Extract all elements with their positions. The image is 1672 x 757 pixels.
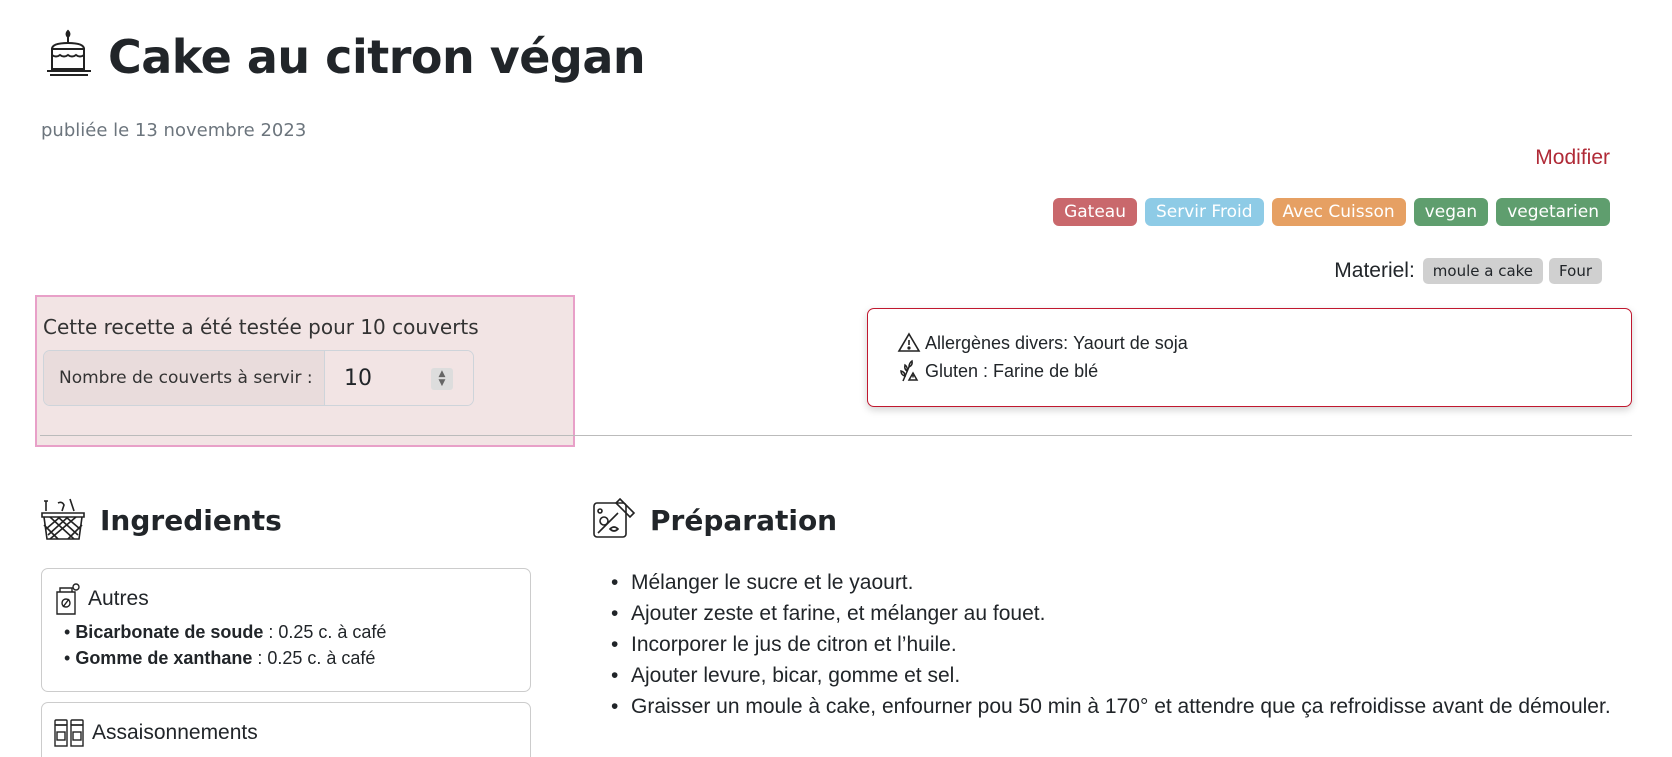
recipe-header: Cake au citron végan xyxy=(44,29,646,84)
ingredient-quantity: : 0.25 c. à café xyxy=(252,648,376,668)
servings-panel: Cette recette a été testée pour 10 couve… xyxy=(35,295,575,447)
servings-input-group: Nombre de couverts à servir : 10 ▲ ▼ xyxy=(43,350,474,406)
ingredient-quantity: : 0.25 c. à café xyxy=(263,622,387,642)
tag-badge[interactable]: Gateau xyxy=(1053,198,1137,226)
list-item: Ajouter zeste et farine, et mélanger au … xyxy=(611,598,1611,629)
page-title: Cake au citron végan xyxy=(108,30,646,84)
servings-number-input[interactable]: 10 ▲ ▼ xyxy=(325,351,473,405)
allergen-value: Farine de blé xyxy=(993,360,1099,381)
preparation-steps: Mélanger le sucre et le yaourt. Ajouter … xyxy=(611,567,1611,722)
preparation-header: Préparation xyxy=(590,497,837,543)
ingredients-heading: Ingredients xyxy=(100,503,282,537)
publication-date: publiée le 13 novembre 2023 xyxy=(41,120,307,141)
number-spinner[interactable]: ▲ ▼ xyxy=(431,368,453,390)
allergen-row: Allergènes divers: Yaourt de soja xyxy=(897,331,1188,355)
list-item: Mélanger le sucre et le yaourt. xyxy=(611,567,1611,598)
cake-icon xyxy=(47,29,91,76)
warning-icon xyxy=(897,332,921,352)
modify-link[interactable]: Modifier xyxy=(1535,146,1610,170)
servings-value: 10 xyxy=(344,365,372,391)
ingredient-group-card: Assaisonnements xyxy=(41,702,531,757)
bag-icon xyxy=(56,583,80,615)
allergen-label: Allergènes divers: xyxy=(925,332,1069,353)
equipment-list: Materiel: moule a cake Four xyxy=(1334,258,1602,284)
ingredient-name: Bicarbonate de soude xyxy=(75,622,264,642)
ingredient-group-name: Assaisonnements xyxy=(92,721,258,744)
tag-badge[interactable]: vegetarien xyxy=(1496,198,1610,226)
equipment-badge: Four xyxy=(1549,258,1602,284)
chevron-down-icon[interactable]: ▼ xyxy=(439,379,446,388)
equipment-label: Materiel: xyxy=(1334,259,1415,282)
ingredients-header: Ingredients xyxy=(40,497,282,543)
ingredient-group-card: Autres • Bicarbonate de soude : 0.25 c. … xyxy=(41,568,531,692)
section-divider xyxy=(40,435,1632,436)
gluten-icon xyxy=(900,359,919,382)
allergen-label: Gluten : xyxy=(925,360,989,381)
tag-badge[interactable]: vegan xyxy=(1413,198,1489,226)
ingredient-group-title: Autres xyxy=(42,569,530,619)
spice-jars-icon xyxy=(54,719,84,747)
ingredient-list: • Bicarbonate de soude : 0.25 c. à café … xyxy=(42,619,530,671)
allergen-value: Yaourt de soja xyxy=(1073,332,1188,353)
list-item: Graisser un moule à cake, enfourner pou … xyxy=(611,691,1611,722)
tag-list: Gateau Servir Froid Avec Cuisson vegan v… xyxy=(1053,198,1610,226)
ingredient-name: Gomme de xanthane xyxy=(75,648,253,668)
equipment-badge: moule a cake xyxy=(1422,258,1544,284)
tag-badge[interactable]: Servir Froid xyxy=(1145,198,1264,226)
list-item: • Bicarbonate de soude : 0.25 c. à café xyxy=(64,622,387,642)
servings-tested-text: Cette recette a été testée pour 10 couve… xyxy=(43,315,479,339)
list-item: • Gomme de xanthane : 0.25 c. à café xyxy=(64,648,376,668)
ingredient-group-title: Assaisonnements xyxy=(42,703,530,753)
allergen-row: Gluten : Farine de blé xyxy=(897,359,1098,383)
ingredient-group-name: Autres xyxy=(88,587,149,610)
tag-badge[interactable]: Avec Cuisson xyxy=(1271,198,1406,226)
basket-icon xyxy=(41,498,85,540)
allergens-card: Allergènes divers: Yaourt de soja Gluten… xyxy=(867,308,1632,407)
servings-input-label: Nombre de couverts à servir : xyxy=(44,351,325,405)
list-item: Ajouter levure, bicar, gomme et sel. xyxy=(611,660,1611,691)
list-item: Incorporer le jus de citron et l’huile. xyxy=(611,629,1611,660)
preparation-heading: Préparation xyxy=(650,503,838,537)
cooking-utensils-icon xyxy=(593,497,636,538)
